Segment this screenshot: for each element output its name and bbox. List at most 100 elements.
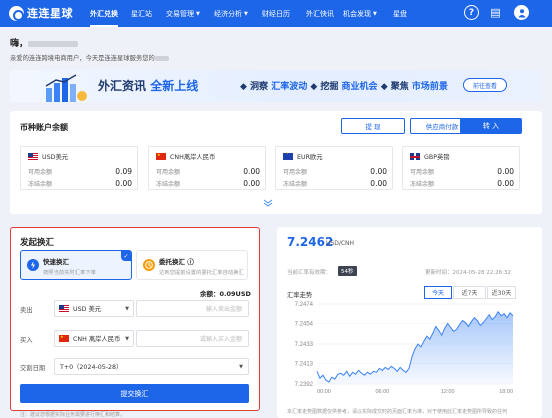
nav-item-2[interactable]: 交易管理 ▼ (166, 0, 200, 27)
x-tick-label: 00:00 (317, 389, 331, 395)
currency-pair: USD/CNH (326, 240, 355, 247)
frozen-value: 0.00 (243, 179, 260, 188)
currency-name: EUR欧元 (283, 149, 323, 161)
slogan-part: ◆ 挖掘 (307, 82, 342, 92)
nav-item-0[interactable]: 外汇兑换 (90, 0, 118, 27)
buy-amount-input[interactable]: 或输入买入金额 (136, 330, 249, 347)
nav-item-5[interactable]: 外汇快讯 (306, 0, 334, 27)
chevron-down-icon: ▼ (244, 10, 248, 17)
frozen-row: 冻结余额 0.00 (28, 179, 132, 188)
currency-label: EUR欧元 (297, 154, 323, 161)
us-flag-icon (59, 305, 69, 312)
fast-exchange-desc: 按照当前实时汇率下单 (43, 270, 96, 276)
frozen-row: 冻结余额 0.00 (283, 179, 387, 188)
promo-banner[interactable]: 外汇资讯 全新上线 ◆ 洞察 汇率波动 ◆ 挖掘 商业机会 ◆ 聚焦 市场前景 … (10, 70, 542, 102)
banner-slogan: ◆ 洞察 汇率波动 ◆ 挖掘 商业机会 ◆ 聚焦 市场前景 (240, 79, 448, 92)
y-tick-label: 7.2454 (295, 322, 314, 328)
range-tab-2[interactable]: 近30天 (487, 286, 516, 299)
frozen-label: 冻结余额 (28, 181, 53, 188)
x-tick-label: 12:00 (441, 389, 455, 395)
frozen-value: 0.00 (370, 179, 387, 188)
frozen-label: 冻结余额 (283, 181, 308, 188)
balance-title: 币种账户余额 (20, 123, 68, 132)
available-label: 可用余额 (28, 169, 53, 176)
y-tick-label: 7.2433 (295, 342, 314, 348)
logo[interactable]: 连连星球 (9, 4, 76, 22)
currency-card-cn[interactable]: CNH离岸人民币可用余额 0.00 冻结余额 0.00 (148, 146, 266, 190)
help-icon[interactable]: ? (464, 5, 479, 20)
sell-label: 卖出 (20, 307, 33, 314)
rate-updated-time: 更新时间：2024-05-28 22:26:32 (425, 270, 511, 276)
fast-exchange-option[interactable]: 快速换汇 按照当前实时汇率下单 (20, 250, 132, 280)
available-row: 可用余额 0.09 (28, 167, 132, 176)
clock-icon (143, 259, 155, 271)
y-tick-label: 7.2474 (295, 302, 314, 308)
frozen-label: 冻结余额 (410, 181, 435, 188)
x-tick-label: 06:00 (375, 389, 389, 395)
y-tick-label: 7.2392 (295, 382, 314, 388)
entrust-exchange-title: 委托换汇 ⓘ (159, 258, 194, 266)
rate-validity-label: 当前汇率有效期： (287, 270, 332, 276)
frozen-label: 冻结余额 (156, 181, 181, 188)
nav-item-3[interactable]: 经济分析 ▼ (214, 0, 248, 27)
cn-flag-icon (156, 152, 166, 160)
available-row: 可用余额 0.00 (156, 167, 260, 176)
nav-item-label: 机会发现 (343, 9, 371, 18)
available-balance: 余额：0.09USD (200, 290, 251, 298)
frozen-value: 0.00 (497, 179, 514, 188)
banner-view-button[interactable]: 前往查看 (463, 78, 507, 92)
available-value: 0.09 (115, 167, 132, 176)
rate-trend-chart: 7.2474 7.2454 7.2433 7.2413 7.239200:00 06:00… (295, 302, 514, 395)
x-tick-label: 18:00 (499, 389, 513, 395)
slogan-part: 汇率波动 (271, 82, 308, 92)
buy-currency-select[interactable]: CNH 离岸人民币 ▼ (54, 330, 134, 347)
sell-currency-select[interactable]: USD 美元 ▼ (54, 300, 134, 317)
logo-icon (9, 5, 24, 21)
exchange-note: 注：建议您根据实际业务需要进行换汇和结算。 (20, 412, 126, 418)
slogan-part: 商业机会 (341, 82, 378, 92)
nav-item-1[interactable]: 星汇站 (131, 0, 152, 27)
entrust-exchange-option[interactable]: 委托换汇 ⓘ 达到您提前设置的委托汇率自动换汇 (136, 250, 248, 280)
submit-exchange-button[interactable]: 提交换汇 (20, 384, 249, 403)
eu-flag-icon (283, 149, 293, 160)
currency-card-us[interactable]: USD美元 可用余额 0.09 冻结余额 0.00 (20, 146, 138, 190)
entrust-exchange-desc: 达到您提前设置的委托汇率自动换汇 (159, 270, 244, 276)
bar-chart-illustration-icon (45, 74, 87, 102)
currency-card-gb[interactable]: GBP英镑 可用余额 0.00 冻结余额 0.00 (402, 146, 520, 190)
y-tick-label: 7.2413 (295, 362, 314, 368)
range-tab-0[interactable]: 今天 (424, 286, 452, 299)
currency-card-eu[interactable]: EUR欧元可用余额 0.00 冻结余额 0.00 (275, 146, 393, 190)
delivery-date-label: 交割日期 (20, 365, 46, 372)
menu-icon[interactable]: ▤ (488, 5, 503, 20)
delivery-date-select[interactable]: T+0（2024-05-28） ▼ (54, 358, 249, 375)
nav-item-4[interactable]: 财经日历 (262, 0, 290, 27)
user-avatar-icon[interactable] (514, 5, 529, 20)
available-label: 可用余额 (283, 169, 308, 176)
cn-flag-icon (59, 334, 69, 342)
chart-disclaimer: 本汇率走势图数据仅供参考，请以实际成交时的页面汇率为准，对于使用此汇率走势图所导… (287, 409, 508, 415)
range-tab-1[interactable]: 近7天 (453, 286, 486, 299)
top-nav: 连连星球 ? ▤ 外汇兑换 星汇站 交易管理 ▼ 经济分析 ▼ 财经日历 外汇快讯 机会发现 ▼ 星… (0, 0, 552, 27)
slogan-part: 市场前景 (411, 82, 448, 92)
available-row: 可用余额 0.00 (283, 167, 387, 176)
us-flag-icon (28, 153, 38, 160)
greeting-title: 嗨， (10, 36, 79, 49)
nav-item-label: 外汇兑换 (90, 9, 118, 18)
transfer-in-button[interactable]: 转 入 (460, 118, 522, 134)
slogan-part: ◆ 洞察 (240, 82, 272, 92)
available-label: 可用余额 (156, 169, 181, 176)
exchange-title: 发起换汇 (20, 238, 55, 248)
chevron-down-icon[interactable] (262, 197, 274, 209)
nav-item-6[interactable]: 机会发现 ▼ (343, 0, 377, 27)
chevron-down-icon: ▼ (196, 10, 200, 17)
nav-item-7[interactable]: 星盘 (393, 0, 407, 27)
gb-flag-icon (410, 153, 420, 160)
greeting-subtitle: 亲爱的连连跨境电商用户，今天是连连星球服务您的 (10, 53, 169, 62)
withdraw-button[interactable]: 提 现 (341, 118, 405, 134)
dropdown-caret-icon: ▼ (125, 305, 129, 312)
nav-item-label: 星盘 (393, 9, 407, 18)
masked-days (154, 55, 169, 61)
currency-label: GBP英镑 (424, 154, 450, 161)
sell-amount-input[interactable]: 输入卖出金额 (136, 300, 249, 317)
dropdown-caret-icon: ▼ (239, 363, 243, 370)
